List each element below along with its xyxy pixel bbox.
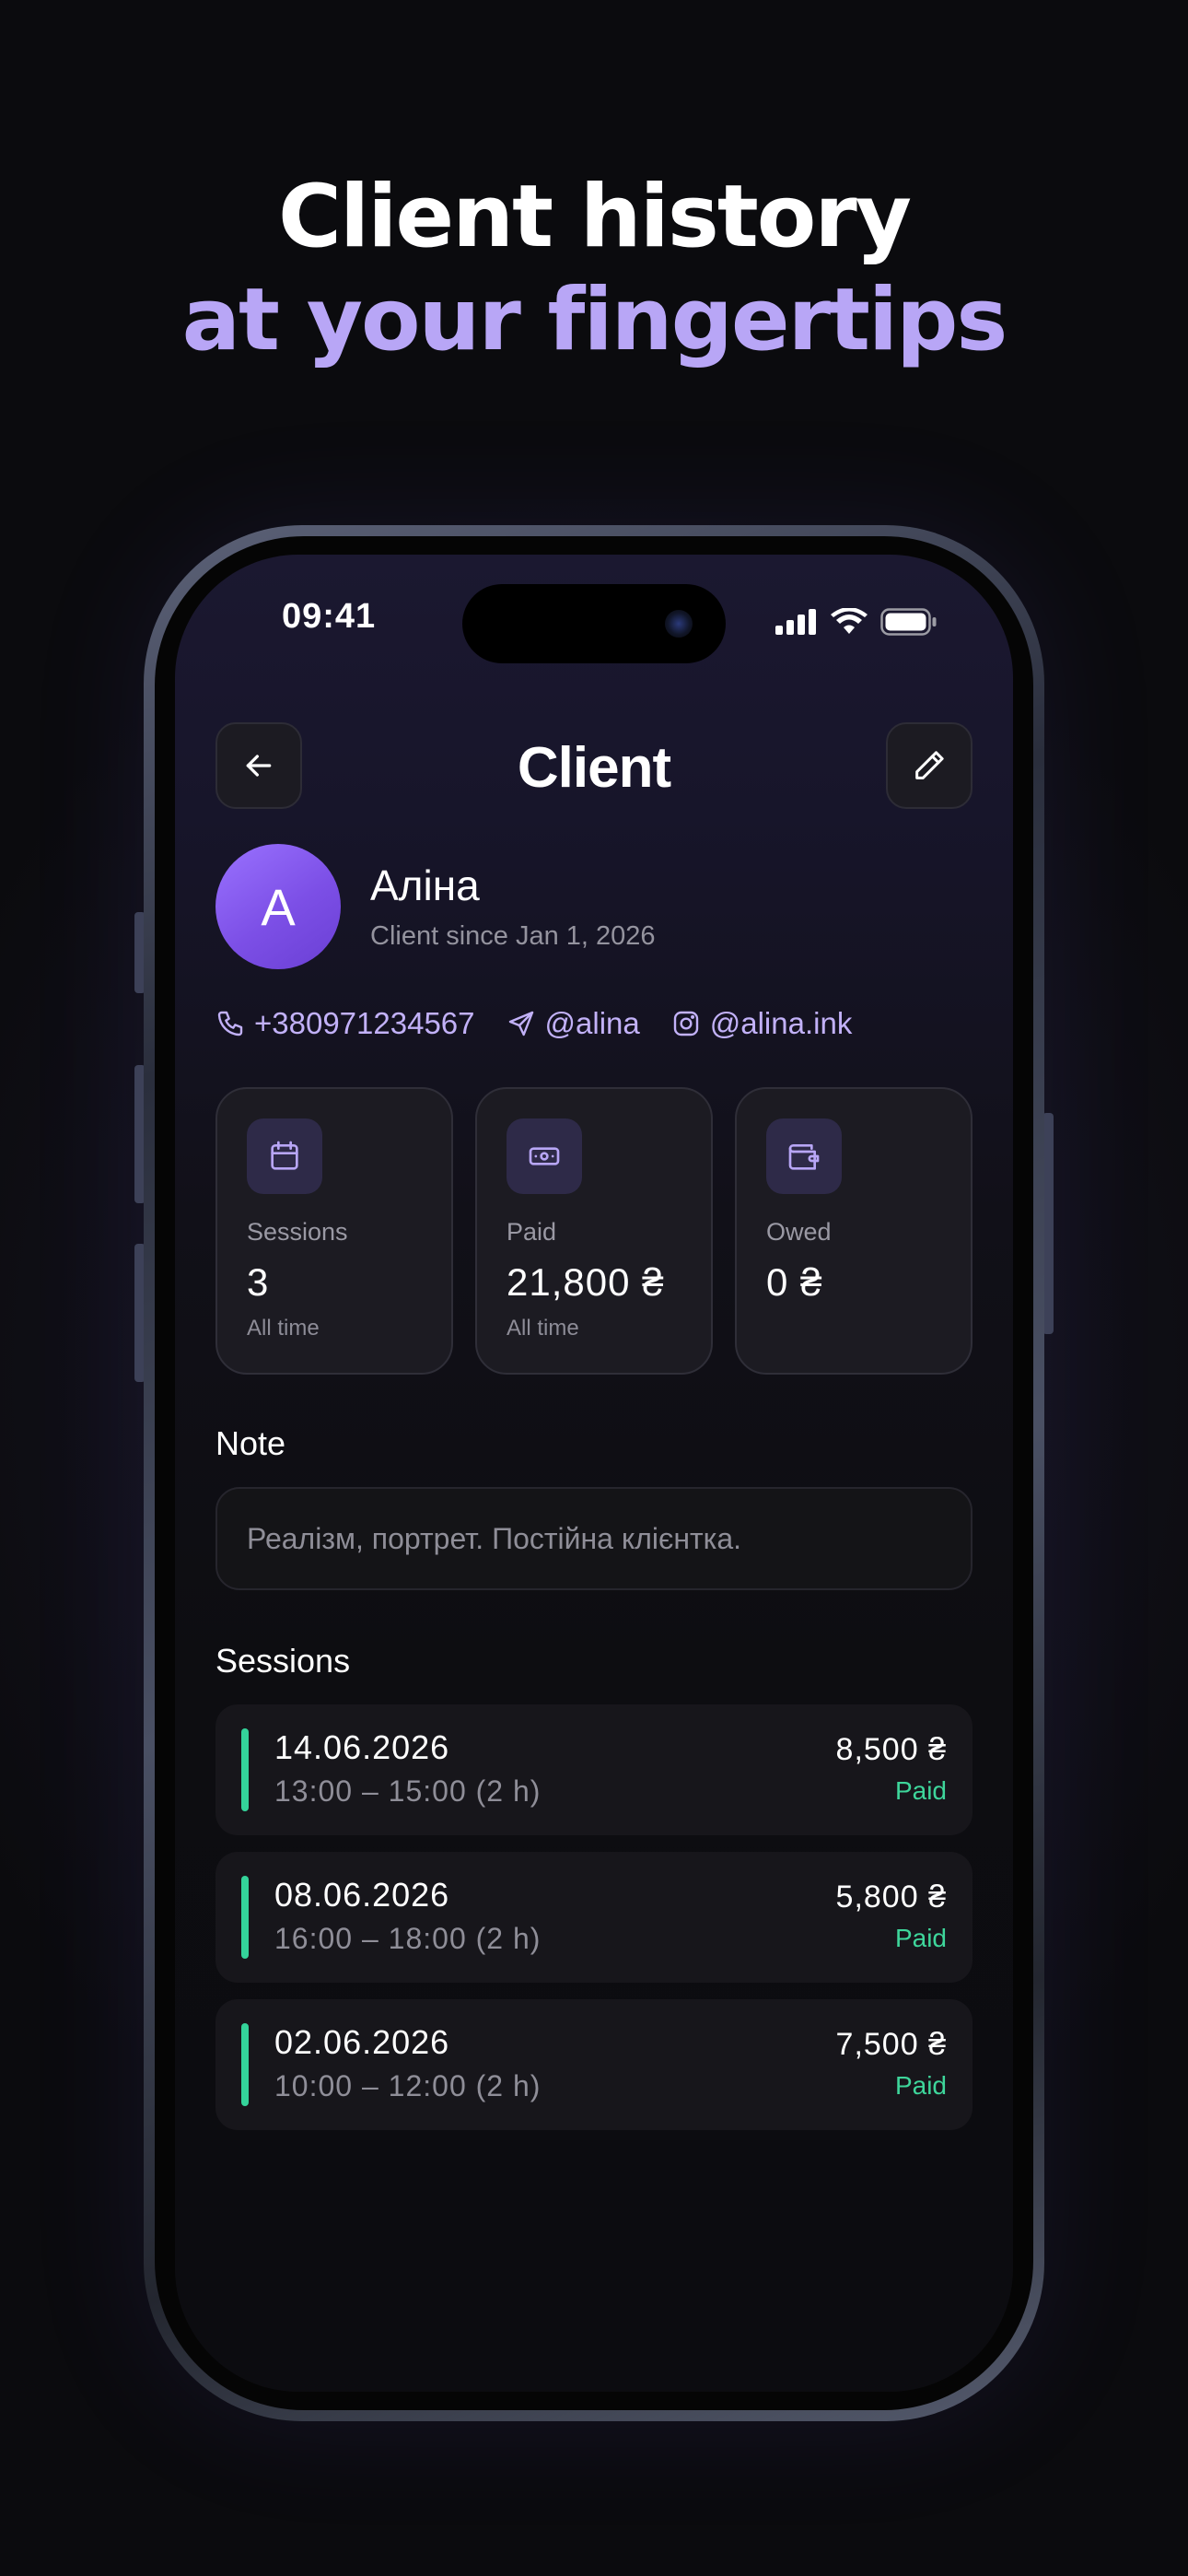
phone-number: +380971234567: [254, 1006, 475, 1040]
instagram-handle: @alina.ink: [709, 1006, 853, 1040]
dynamic-island: [462, 584, 726, 663]
instagram-icon: [673, 1011, 698, 1036]
status-time: 09:41: [282, 597, 377, 636]
session-date: 14.06.2026: [274, 1728, 450, 1766]
stat-card-sessions: Sessions 3 All time: [215, 1087, 453, 1375]
headline-text: Client history: [278, 167, 912, 267]
sessions-heading: Sessions: [215, 1642, 351, 1680]
client-name: Аліна: [370, 861, 480, 909]
session-time: 13:00 – 15:00 (2 h): [274, 1774, 542, 1808]
phone-link[interactable]: +380971234567: [215, 1006, 475, 1041]
session-status-bar: [241, 1876, 249, 1959]
telegram-link[interactable]: @alina: [507, 1006, 640, 1041]
session-status: Paid: [894, 1776, 947, 1805]
client-since: Client since Jan 1, 2026: [370, 921, 656, 951]
stat-label: Sessions: [247, 1218, 348, 1246]
telegram-handle: @alina: [544, 1006, 640, 1040]
stat-card-paid: Paid 21,800 ₴ All time: [475, 1087, 713, 1375]
stat-label: Owed: [766, 1218, 832, 1246]
phone-icon: [217, 1011, 243, 1036]
session-time: 10:00 – 12:00 (2 h): [274, 2069, 542, 2102]
banknote-icon: [529, 1147, 560, 1165]
edit-button[interactable]: [886, 722, 973, 809]
instagram-link[interactable]: @alina.ink: [671, 1006, 853, 1041]
calendar-icon: [271, 1141, 298, 1170]
stat-sub: All time: [247, 1316, 320, 1341]
stat-card-owed: Owed 0 ₴: [735, 1087, 973, 1375]
avatar: A: [215, 844, 341, 969]
marketing-headline: Client history at your fingertips: [0, 166, 1188, 372]
stat-sub: All time: [507, 1316, 579, 1341]
battery-icon: [880, 608, 937, 636]
session-date: 02.06.2026: [274, 2023, 450, 2061]
stat-icon-box: [247, 1118, 322, 1194]
headline-accent: at your fingertips: [181, 270, 1008, 370]
note-heading: Note: [215, 1424, 286, 1462]
session-row[interactable]: 02.06.2026 10:00 – 12:00 (2 h) 7,500 ₴ P…: [215, 1999, 973, 2130]
stat-value: 0 ₴: [766, 1260, 823, 1304]
stat-icon-box: [766, 1118, 842, 1194]
stat-label: Paid: [507, 1218, 557, 1246]
send-icon: [508, 1011, 533, 1036]
session-amount: 7,500 ₴: [835, 2027, 947, 2062]
session-amount: 5,800 ₴: [835, 1879, 947, 1914]
session-row[interactable]: 08.06.2026 16:00 – 18:00 (2 h) 5,800 ₴ P…: [215, 1852, 973, 1983]
session-time: 16:00 – 18:00 (2 h): [274, 1922, 542, 1955]
session-status: Paid: [894, 1924, 947, 1952]
cellular-signal-icon: [775, 609, 816, 635]
note-field[interactable]: Реалізм, портрет. Постійна клієнтка.: [215, 1487, 973, 1590]
stat-value: 3: [247, 1260, 270, 1304]
status-icons: [775, 608, 938, 636]
pencil-icon: [915, 751, 944, 779]
note-text: Реалізм, портрет. Постійна клієнтка.: [247, 1521, 742, 1555]
stat-value: 21,800 ₴: [507, 1260, 665, 1304]
session-row[interactable]: 14.06.2026 13:00 – 15:00 (2 h) 8,500 ₴ P…: [215, 1704, 973, 1835]
wifi-icon: [831, 608, 868, 634]
stat-icon-box: [507, 1118, 582, 1194]
contact-row: +380971234567 @alina @alina.ink: [215, 1006, 883, 1041]
session-date: 08.06.2026: [274, 1876, 450, 1914]
session-status: Paid: [894, 2071, 947, 2100]
session-amount: 8,500 ₴: [835, 1732, 947, 1767]
phone-screen: 09:41 Client A Аліна Client since Jan 1,…: [175, 555, 1013, 2392]
wallet-icon: [788, 1144, 820, 1170]
session-status-bar: [241, 2023, 249, 2106]
front-camera: [665, 610, 693, 638]
session-status-bar: [241, 1728, 249, 1811]
